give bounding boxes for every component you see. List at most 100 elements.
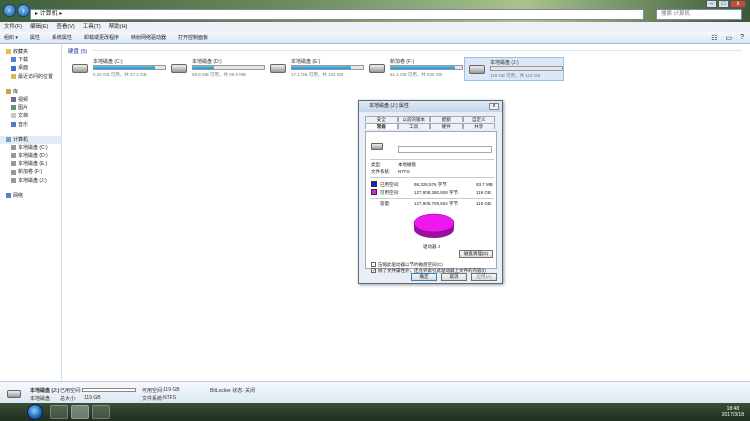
drive-name: 本地磁盘 (C:) bbox=[93, 59, 123, 65]
preview-pane-icon[interactable]: ▭ bbox=[725, 34, 732, 42]
close-button[interactable]: x bbox=[730, 1, 746, 8]
tab-quota[interactable]: 配额 bbox=[430, 116, 463, 122]
group-header[interactable]: 硬盘 (5) bbox=[68, 47, 87, 55]
drive-tile-f[interactable]: 新加卷 (F:) 81.4 GB 可用，共 825 GB bbox=[365, 57, 465, 81]
drive-icon bbox=[369, 64, 385, 73]
library-icon bbox=[6, 88, 11, 94]
tab-general[interactable]: 常规 bbox=[365, 123, 398, 129]
start-button[interactable] bbox=[27, 404, 43, 420]
tab-customize[interactable]: 自定义 bbox=[462, 116, 495, 122]
sidebar-item-desktop[interactable]: 桌面 bbox=[0, 64, 61, 72]
help-icon[interactable]: ? bbox=[740, 34, 744, 42]
sidebar-item-drive-j[interactable]: 本地磁盘 (J:) bbox=[0, 177, 61, 185]
uninstall-button[interactable]: 卸载或更改程序 bbox=[84, 32, 119, 43]
cancel-button[interactable]: 取消 bbox=[441, 273, 467, 281]
drive-icon bbox=[469, 65, 485, 74]
usage-fill bbox=[94, 66, 156, 69]
sidebar-libraries[interactable]: 库 bbox=[0, 88, 61, 96]
compress-checkbox[interactable] bbox=[371, 262, 376, 267]
apply-button[interactable]: 应用(A) bbox=[471, 273, 497, 281]
drive-tile-e[interactable]: 本地磁盘 (E:) 17.1 GB 可用，共 102 GB bbox=[266, 57, 366, 81]
search-input[interactable]: 搜索 计算机 bbox=[656, 9, 742, 20]
drive-tile-j[interactable]: 本地磁盘 (J:) 119 GB 可用，共 119 GB bbox=[464, 57, 564, 81]
sidebar-item-label: 下载 bbox=[18, 57, 29, 64]
sidebar-item-music[interactable]: 音乐 bbox=[0, 121, 61, 129]
sidebar-item-drive-c[interactable]: 本地磁盘 (C:) bbox=[0, 144, 61, 152]
fs-value: NTFS bbox=[398, 169, 410, 174]
video-icon bbox=[11, 97, 16, 103]
tab-security[interactable]: 安全 bbox=[365, 116, 398, 122]
drive-icon bbox=[371, 143, 383, 150]
usage-bar bbox=[390, 65, 463, 70]
free-swatch bbox=[371, 189, 377, 195]
sidebar-item-downloads[interactable]: 下载 bbox=[0, 56, 61, 64]
clock[interactable]: 18:48 2017/3/18 bbox=[722, 406, 744, 418]
drive-icon bbox=[7, 390, 21, 398]
menu-help[interactable]: 帮助(H) bbox=[109, 22, 128, 32]
drive-name: 本地磁盘 (J:) bbox=[490, 60, 519, 66]
menu-view[interactable]: 查看(V) bbox=[56, 22, 74, 32]
taskbar-explorer-icon[interactable] bbox=[71, 405, 89, 419]
sidebar-item-label: 本地磁盘 (E:) bbox=[18, 161, 48, 168]
organize-button[interactable]: 组织 ▾ bbox=[4, 32, 18, 43]
command-bar: 组织 ▾ 属性 系统属性 卸载或更改程序 映射网络驱动器 打开控制面板 bbox=[0, 32, 750, 44]
taskbar-ie-icon[interactable] bbox=[50, 405, 68, 419]
tab-hardware[interactable]: 硬件 bbox=[430, 123, 463, 129]
drive-free-text: 17.1 GB 可用，共 102 GB bbox=[291, 72, 344, 77]
drive-name: 新加卷 (F:) bbox=[390, 59, 415, 65]
tab-sharing[interactable]: 共享 bbox=[462, 123, 495, 129]
dialog-close-button[interactable]: x bbox=[489, 103, 499, 110]
capacity-label: 容量: bbox=[380, 201, 391, 206]
menu-tools[interactable]: 工具(T) bbox=[83, 22, 101, 32]
sidebar-item-drive-e[interactable]: 本地磁盘 (E:) bbox=[0, 160, 61, 168]
sidebar-computer[interactable]: 计算机 bbox=[0, 135, 61, 144]
minimize-button[interactable]: – bbox=[706, 1, 717, 8]
taskbar-app-icon[interactable] bbox=[92, 405, 110, 419]
capacity-size: 119 GB bbox=[476, 201, 491, 206]
sidebar-item-label: 库 bbox=[13, 88, 19, 95]
properties-button[interactable]: 属性 bbox=[30, 32, 40, 43]
clock-date: 2017/3/18 bbox=[721, 412, 744, 418]
sidebar-item-documents[interactable]: 文档 bbox=[0, 112, 61, 120]
navigation-pane: 收藏夹 下载 桌面 最近访问的位置 库 视频 图片 文档 音乐 计算机 本地磁盘… bbox=[0, 44, 62, 381]
tab-previous-versions[interactable]: 以前的版本 bbox=[397, 116, 430, 122]
used-swatch bbox=[371, 181, 377, 187]
disk-cleanup-button[interactable]: 磁盘清理(D) bbox=[459, 250, 493, 258]
drive-icon bbox=[270, 64, 286, 73]
forward-icon[interactable]: › bbox=[17, 4, 30, 17]
details-free: 119 GB bbox=[163, 387, 180, 393]
drive-tile-d[interactable]: 本地磁盘 (D:) 69.8 MB 可用，共 99.9 MB bbox=[167, 57, 267, 81]
sidebar-item-pictures[interactable]: 图片 bbox=[0, 104, 61, 112]
index-checkbox[interactable]: ✓ bbox=[371, 268, 376, 274]
menu-file[interactable]: 文件(F) bbox=[4, 22, 22, 32]
tab-tools[interactable]: 工具 bbox=[397, 123, 430, 129]
ok-button[interactable]: 确定 bbox=[411, 273, 437, 281]
map-drive-button[interactable]: 映射网络驱动器 bbox=[131, 32, 166, 43]
network-icon bbox=[6, 192, 11, 198]
sidebar-item-recent[interactable]: 最近访问的位置 bbox=[0, 73, 61, 81]
free-label: 可用空间: bbox=[380, 190, 400, 195]
sidebar-item-drive-f[interactable]: 新加卷 (F:) bbox=[0, 168, 61, 176]
drive-tile-c[interactable]: 本地磁盘 (C:) 5.26 GB 可用，共 37.2 GB bbox=[68, 57, 168, 81]
sidebar-network[interactable]: 网络 bbox=[0, 192, 61, 200]
computer-icon bbox=[6, 136, 11, 142]
drive-icon bbox=[11, 153, 16, 159]
system-properties-button[interactable]: 系统属性 bbox=[52, 32, 72, 43]
type-value: 本地磁盘 bbox=[398, 162, 416, 167]
sidebar-item-videos[interactable]: 视频 bbox=[0, 96, 61, 104]
menu-edit[interactable]: 编辑(E) bbox=[30, 22, 48, 32]
title-bar: ‹ › ▸ 计算机 ▸ 搜索 计算机 – □ x bbox=[0, 0, 750, 22]
usage-bar bbox=[490, 66, 563, 71]
details-pane: 本地磁盘 (J:) 已用空间: 本地磁盘 总大小: 119 GB 可用空间: 1… bbox=[0, 381, 750, 403]
sidebar-favorites[interactable]: 收藏夹 bbox=[0, 48, 61, 56]
view-options-icon[interactable]: ☷ bbox=[711, 34, 717, 42]
maximize-button[interactable]: □ bbox=[718, 1, 729, 8]
sidebar-item-drive-d[interactable]: 本地磁盘 (D:) bbox=[0, 152, 61, 160]
back-icon[interactable]: ‹ bbox=[3, 4, 16, 17]
volume-label-input[interactable] bbox=[398, 146, 492, 153]
control-panel-button[interactable]: 打开控制面板 bbox=[178, 32, 208, 43]
dialog-title[interactable]: 本地磁盘 (J:) 属性 bbox=[359, 101, 502, 112]
sidebar-item-label: 最近访问的位置 bbox=[18, 73, 54, 80]
address-bar[interactable]: ▸ 计算机 ▸ bbox=[30, 9, 644, 20]
picture-icon bbox=[11, 105, 16, 111]
